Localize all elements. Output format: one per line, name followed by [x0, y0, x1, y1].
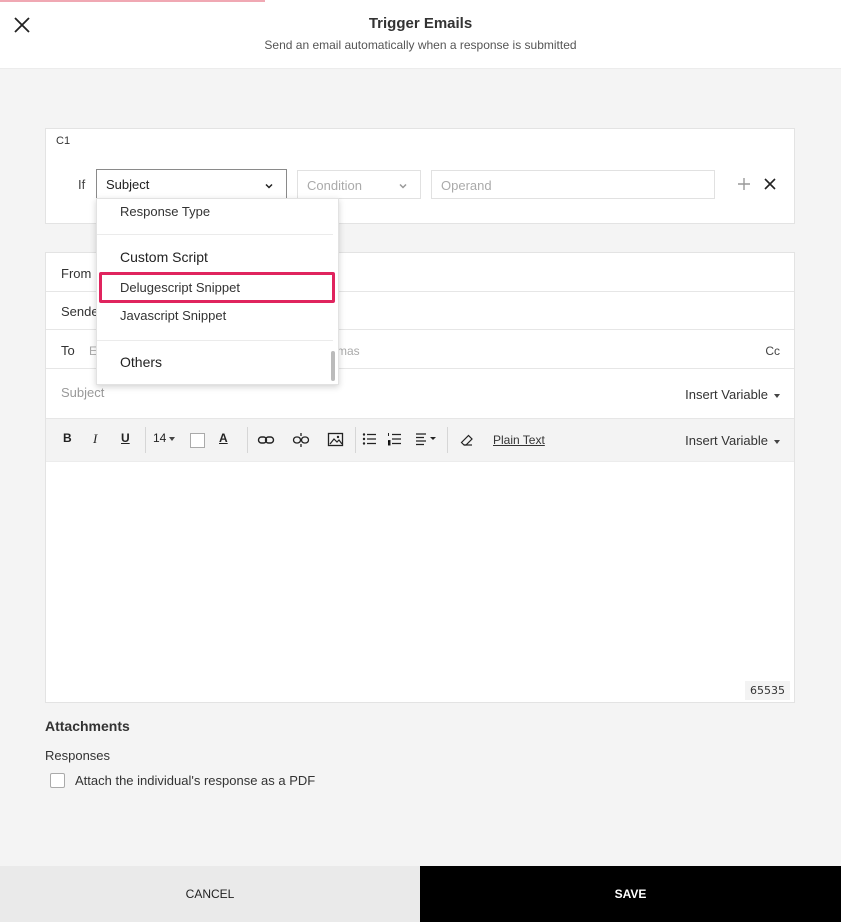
page-title: Trigger Emails [368, 15, 473, 32]
operand-placeholder: Operand [441, 178, 492, 193]
cancel-button[interactable]: CANCEL [0, 866, 420, 922]
top-progress-fill [0, 0, 265, 2]
dropdown-group-custom-script: Custom Script [120, 249, 208, 265]
insert-variable-label: Insert Variable [685, 387, 768, 402]
email-body-editor[interactable]: 65535 [46, 462, 794, 702]
operand-input[interactable]: Operand [431, 170, 715, 199]
font-size-value: 14 [153, 431, 167, 445]
eraser-icon[interactable] [460, 433, 474, 451]
caret-down-icon [774, 439, 780, 444]
dropdown-group-others: Others [120, 354, 163, 370]
background-color-swatch[interactable] [190, 433, 205, 448]
unlink-icon[interactable] [292, 431, 310, 449]
caret-down-icon [774, 393, 780, 398]
field-dropdown-menu: Response Type Custom Script Delugescript… [96, 198, 339, 385]
field-select-value: Subject [106, 177, 150, 192]
text-color-button[interactable]: A [219, 431, 228, 449]
numbered-list-icon[interactable] [387, 432, 402, 450]
from-label: From [61, 266, 92, 281]
sender-label: Sende [61, 304, 99, 319]
chevron-down-icon [264, 179, 274, 194]
italic-button[interactable]: I [93, 431, 97, 449]
field-select[interactable]: Subject [96, 169, 287, 199]
plain-text-toggle[interactable]: Plain Text [493, 433, 545, 447]
attachments-heading: Attachments [45, 718, 130, 734]
bold-button[interactable]: B [63, 431, 72, 449]
body-insert-variable-button[interactable]: Insert Variable [685, 433, 780, 448]
condition-id: C1 [56, 135, 71, 147]
to-label: To [61, 343, 75, 358]
attach-pdf-label[interactable]: Attach the individual's response as a PD… [75, 773, 315, 788]
bulleted-list-icon[interactable] [362, 432, 377, 450]
remove-condition-icon[interactable] [763, 177, 777, 191]
insert-image-icon[interactable] [327, 431, 344, 449]
page-subtitle: Send an email automatically when a respo… [264, 38, 577, 52]
attach-pdf-checkbox[interactable] [50, 773, 65, 788]
dropdown-divider [97, 234, 333, 235]
responses-label: Responses [45, 748, 111, 763]
subject-input[interactable]: Subject [61, 385, 104, 400]
add-condition-icon[interactable] [736, 176, 752, 192]
cc-button[interactable]: Cc [765, 344, 780, 358]
dropdown-divider [97, 340, 333, 341]
toolbar-divider [247, 427, 248, 453]
toolbar-divider [355, 427, 356, 453]
dropdown-scrollbar[interactable] [331, 351, 335, 381]
caret-down-icon [169, 436, 176, 441]
save-button[interactable]: SAVE [420, 866, 841, 922]
if-label: If [78, 177, 86, 192]
font-size-select[interactable]: 14 [153, 431, 176, 449]
editor-toolbar: B I U 14 A Plain Text Insert Variable [46, 419, 794, 462]
condition-select[interactable]: Condition [297, 170, 421, 199]
to-input-placeholder-tail: mas [337, 344, 360, 358]
toolbar-divider [447, 427, 448, 453]
subject-insert-variable-button[interactable]: Insert Variable [685, 387, 780, 402]
underline-button[interactable]: U [121, 431, 130, 449]
insert-variable-label: Insert Variable [685, 433, 768, 448]
character-count: 65535 [745, 681, 790, 700]
header: Trigger Emails Send an email automatical… [0, 0, 841, 69]
condition-select-placeholder: Condition [307, 178, 362, 193]
dropdown-item-delugescript-snippet[interactable]: Delugescript Snippet [120, 280, 240, 295]
dropdown-item-javascript-snippet[interactable]: Javascript Snippet [120, 308, 226, 323]
align-dropdown[interactable] [415, 432, 439, 450]
toolbar-divider [145, 427, 146, 453]
dropdown-item-response-type[interactable]: Response Type [120, 204, 210, 219]
link-icon[interactable] [257, 432, 275, 450]
chevron-down-icon [398, 179, 408, 194]
